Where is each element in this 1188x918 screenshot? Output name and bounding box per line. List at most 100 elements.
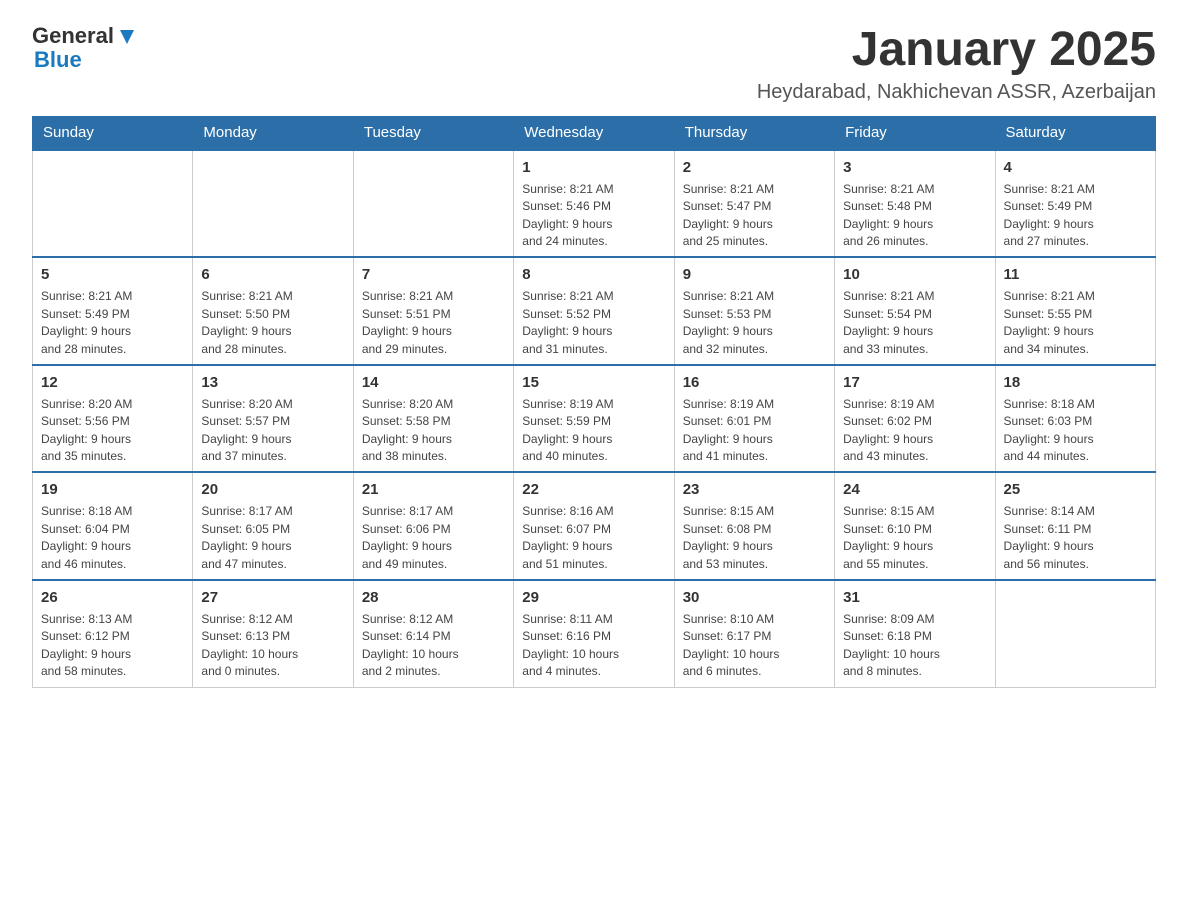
calendar-week-row: 5Sunrise: 8:21 AM Sunset: 5:49 PM Daylig… <box>33 257 1156 365</box>
calendar-day-cell: 4Sunrise: 8:21 AM Sunset: 5:49 PM Daylig… <box>995 150 1155 258</box>
calendar-body: 1 Sunrise: 8:21 AM Sunset: 5:46 PM Daylig… <box>33 150 1156 687</box>
day-info: Sunrise: 8:21 AM Sunset: 5:50 PM Dayligh… <box>201 288 344 358</box>
day-number: 25 <box>1004 479 1147 500</box>
calendar-day-cell: 19Sunrise: 8:18 AM Sunset: 6:04 PM Dayli… <box>33 472 193 580</box>
calendar-header: SundayMondayTuesdayWednesdayThursdayFrid… <box>33 116 1156 150</box>
day-of-week-header: Tuesday <box>353 116 513 150</box>
day-info: Sunrise: 8:20 AM Sunset: 5:56 PM Dayligh… <box>41 396 184 466</box>
day-of-week-header: Friday <box>835 116 995 150</box>
day-number: 1 <box>522 157 665 178</box>
day-number: 20 <box>201 479 344 500</box>
day-number: 18 <box>1004 372 1147 393</box>
day-info: Sunrise: 8:09 AM Sunset: 6:18 PM Dayligh… <box>843 611 986 681</box>
day-of-week-header: Wednesday <box>514 116 674 150</box>
day-number: 16 <box>683 372 826 393</box>
calendar-week-row: 19Sunrise: 8:18 AM Sunset: 6:04 PM Dayli… <box>33 472 1156 580</box>
logo: General Blue <box>32 24 138 72</box>
day-number: 11 <box>1004 264 1147 285</box>
calendar-day-cell: 23 Sunrise: 8:15 AM Sunset: 6:08 PM Dayli… <box>674 472 834 580</box>
calendar-day-cell <box>33 150 193 258</box>
calendar-day-cell: 14 Sunrise: 8:20 AM Sunset: 5:58 PM Dayli… <box>353 365 513 473</box>
calendar-day-cell: 31 Sunrise: 8:09 AM Sunset: 6:18 PM Dayli… <box>835 580 995 687</box>
title-section: January 2025 Heydarabad, Nakhichevan ASS… <box>757 24 1156 104</box>
day-info: Sunrise: 8:21 AM Sunset: 5:51 PM Dayligh… <box>362 288 505 358</box>
day-number: 3 <box>843 157 986 178</box>
calendar-day-cell: 7 Sunrise: 8:21 AM Sunset: 5:51 PM Daylig… <box>353 257 513 365</box>
day-number: 31 <box>843 587 986 608</box>
day-info: Sunrise: 8:19 AM Sunset: 6:02 PM Dayligh… <box>843 396 986 466</box>
day-number: 10 <box>843 264 986 285</box>
calendar-day-cell: 27Sunrise: 8:12 AM Sunset: 6:13 PM Dayli… <box>193 580 353 687</box>
day-info: Sunrise: 8:18 AM Sunset: 6:04 PM Dayligh… <box>41 503 184 573</box>
day-info: Sunrise: 8:15 AM Sunset: 6:10 PM Dayligh… <box>843 503 986 573</box>
calendar-day-cell: 5Sunrise: 8:21 AM Sunset: 5:49 PM Daylig… <box>33 257 193 365</box>
day-info: Sunrise: 8:13 AM Sunset: 6:12 PM Dayligh… <box>41 611 184 681</box>
calendar-day-cell: 13 Sunrise: 8:20 AM Sunset: 5:57 PM Dayli… <box>193 365 353 473</box>
calendar-day-cell: 3Sunrise: 8:21 AM Sunset: 5:48 PM Daylig… <box>835 150 995 258</box>
header-row: SundayMondayTuesdayWednesdayThursdayFrid… <box>33 116 1156 150</box>
day-info: Sunrise: 8:19 AM Sunset: 5:59 PM Dayligh… <box>522 396 665 466</box>
calendar-day-cell: 2Sunrise: 8:21 AM Sunset: 5:47 PM Daylig… <box>674 150 834 258</box>
day-info: Sunrise: 8:21 AM Sunset: 5:47 PM Dayligh… <box>683 181 826 251</box>
day-number: 9 <box>683 264 826 285</box>
day-info: Sunrise: 8:18 AM Sunset: 6:03 PM Dayligh… <box>1004 396 1147 466</box>
logo-blue: Blue <box>34 48 82 72</box>
day-info: Sunrise: 8:16 AM Sunset: 6:07 PM Dayligh… <box>522 503 665 573</box>
day-number: 23 <box>683 479 826 500</box>
day-number: 29 <box>522 587 665 608</box>
calendar-day-cell <box>995 580 1155 687</box>
calendar-day-cell: 15 Sunrise: 8:19 AM Sunset: 5:59 PM Dayli… <box>514 365 674 473</box>
day-info: Sunrise: 8:15 AM Sunset: 6:08 PM Dayligh… <box>683 503 826 573</box>
calendar-day-cell: 30 Sunrise: 8:10 AM Sunset: 6:17 PM Dayli… <box>674 580 834 687</box>
day-info: Sunrise: 8:12 AM Sunset: 6:14 PM Dayligh… <box>362 611 505 681</box>
day-info: Sunrise: 8:11 AM Sunset: 6:16 PM Dayligh… <box>522 611 665 681</box>
day-number: 28 <box>362 587 505 608</box>
day-info: Sunrise: 8:21 AM Sunset: 5:46 PM Dayligh… <box>522 181 665 251</box>
day-number: 12 <box>41 372 184 393</box>
calendar-day-cell: 18 Sunrise: 8:18 AM Sunset: 6:03 PM Dayli… <box>995 365 1155 473</box>
calendar-day-cell: 26 Sunrise: 8:13 AM Sunset: 6:12 PM Dayli… <box>33 580 193 687</box>
calendar-day-cell: 8 Sunrise: 8:21 AM Sunset: 5:52 PM Daylig… <box>514 257 674 365</box>
day-number: 17 <box>843 372 986 393</box>
calendar-day-cell <box>193 150 353 258</box>
day-info: Sunrise: 8:20 AM Sunset: 5:58 PM Dayligh… <box>362 396 505 466</box>
day-number: 15 <box>522 372 665 393</box>
calendar-day-cell: 12 Sunrise: 8:20 AM Sunset: 5:56 PM Dayli… <box>33 365 193 473</box>
day-info: Sunrise: 8:20 AM Sunset: 5:57 PM Dayligh… <box>201 396 344 466</box>
day-number: 6 <box>201 264 344 285</box>
day-number: 14 <box>362 372 505 393</box>
calendar-day-cell: 10 Sunrise: 8:21 AM Sunset: 5:54 PM Dayli… <box>835 257 995 365</box>
day-number: 26 <box>41 587 184 608</box>
calendar-day-cell: 1 Sunrise: 8:21 AM Sunset: 5:46 PM Daylig… <box>514 150 674 258</box>
calendar-week-row: 12 Sunrise: 8:20 AM Sunset: 5:56 PM Dayli… <box>33 365 1156 473</box>
logo-general: General <box>32 24 114 48</box>
calendar-day-cell: 17 Sunrise: 8:19 AM Sunset: 6:02 PM Dayli… <box>835 365 995 473</box>
calendar-week-row: 26 Sunrise: 8:13 AM Sunset: 6:12 PM Dayli… <box>33 580 1156 687</box>
calendar-day-cell: 21Sunrise: 8:17 AM Sunset: 6:06 PM Dayli… <box>353 472 513 580</box>
day-info: Sunrise: 8:17 AM Sunset: 6:06 PM Dayligh… <box>362 503 505 573</box>
day-of-week-header: Thursday <box>674 116 834 150</box>
day-of-week-header: Sunday <box>33 116 193 150</box>
day-number: 13 <box>201 372 344 393</box>
calendar-day-cell <box>353 150 513 258</box>
day-of-week-header: Saturday <box>995 116 1155 150</box>
day-number: 27 <box>201 587 344 608</box>
day-number: 8 <box>522 264 665 285</box>
calendar-day-cell: 9Sunrise: 8:21 AM Sunset: 5:53 PM Daylig… <box>674 257 834 365</box>
day-info: Sunrise: 8:10 AM Sunset: 6:17 PM Dayligh… <box>683 611 826 681</box>
day-info: Sunrise: 8:21 AM Sunset: 5:54 PM Dayligh… <box>843 288 986 358</box>
location-title: Heydarabad, Nakhichevan ASSR, Azerbaijan <box>757 81 1156 104</box>
day-of-week-header: Monday <box>193 116 353 150</box>
day-number: 7 <box>362 264 505 285</box>
calendar-day-cell: 16Sunrise: 8:19 AM Sunset: 6:01 PM Dayli… <box>674 365 834 473</box>
day-number: 30 <box>683 587 826 608</box>
day-info: Sunrise: 8:21 AM Sunset: 5:52 PM Dayligh… <box>522 288 665 358</box>
day-number: 5 <box>41 264 184 285</box>
calendar-day-cell: 6 Sunrise: 8:21 AM Sunset: 5:50 PM Daylig… <box>193 257 353 365</box>
day-info: Sunrise: 8:17 AM Sunset: 6:05 PM Dayligh… <box>201 503 344 573</box>
day-info: Sunrise: 8:21 AM Sunset: 5:49 PM Dayligh… <box>1004 181 1147 251</box>
calendar-day-cell: 22 Sunrise: 8:16 AM Sunset: 6:07 PM Dayli… <box>514 472 674 580</box>
calendar-day-cell: 25Sunrise: 8:14 AM Sunset: 6:11 PM Dayli… <box>995 472 1155 580</box>
day-number: 22 <box>522 479 665 500</box>
day-info: Sunrise: 8:21 AM Sunset: 5:55 PM Dayligh… <box>1004 288 1147 358</box>
